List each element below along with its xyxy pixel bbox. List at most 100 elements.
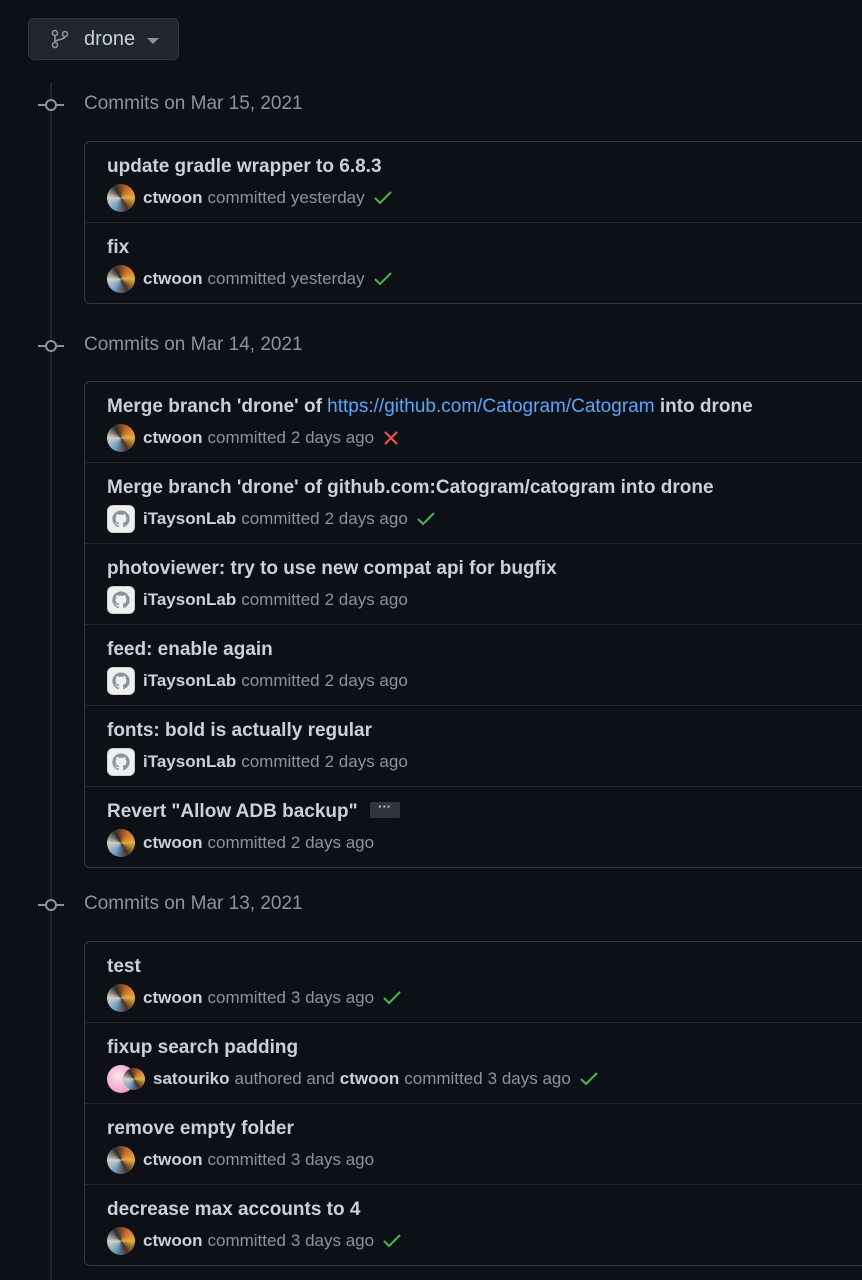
avatar[interactable] bbox=[123, 1068, 145, 1090]
commit-message-text: Merge branch 'drone' of bbox=[107, 396, 328, 417]
commit-verb: committed bbox=[241, 752, 320, 771]
branch-name: drone bbox=[84, 28, 136, 50]
commit-author[interactable]: ctwoon bbox=[143, 1231, 203, 1251]
avatar[interactable] bbox=[107, 184, 135, 212]
avatar[interactable] bbox=[107, 1227, 135, 1255]
commit-time[interactable]: yesterday bbox=[291, 269, 365, 289]
commit-list: update gradle wrapper to 6.8.3 ctwoon co… bbox=[84, 141, 862, 304]
commit-author[interactable]: ctwoon bbox=[143, 1150, 203, 1170]
commit-message[interactable]: fix bbox=[107, 237, 129, 259]
branch-select-button[interactable]: drone bbox=[28, 18, 179, 60]
commit-time[interactable]: yesterday bbox=[291, 188, 365, 208]
commit-row: Merge branch 'drone' of https://github.c… bbox=[85, 382, 862, 462]
check-icon[interactable] bbox=[382, 1233, 402, 1249]
x-fail-icon[interactable] bbox=[382, 430, 400, 446]
commit-row: fix ctwoon committed yesterday bbox=[85, 222, 862, 303]
commit-message[interactable]: Merge branch 'drone' of github.com:Catog… bbox=[107, 477, 714, 499]
commit-message[interactable]: decrease max accounts to 4 bbox=[107, 1199, 360, 1221]
commit-author[interactable]: ctwoon bbox=[143, 988, 203, 1008]
commit-time[interactable]: 2 days ago bbox=[325, 509, 408, 529]
commit-row: decrease max accounts to 4 ctwoon commit… bbox=[85, 1184, 862, 1265]
commit-time[interactable]: 3 days ago bbox=[291, 1150, 374, 1170]
commit-time[interactable]: 2 days ago bbox=[291, 833, 374, 853]
commit-row: remove empty folder ctwoon committed 3 d… bbox=[85, 1103, 862, 1184]
commit-verb: committed bbox=[404, 1069, 483, 1088]
check-icon[interactable] bbox=[373, 271, 393, 287]
commit-row: test ctwoon committed 3 days ago bbox=[85, 942, 862, 1022]
commit-message[interactable]: photoviewer: try to use new compat api f… bbox=[107, 558, 557, 580]
check-icon[interactable] bbox=[382, 990, 402, 1006]
avatar[interactable] bbox=[107, 829, 135, 857]
commit-row: fixup search padding satouriko authored … bbox=[85, 1022, 862, 1103]
commit-time[interactable]: 2 days ago bbox=[325, 752, 408, 772]
commit-row: fonts: bold is actually regular iTaysonL… bbox=[85, 705, 862, 786]
commit-verb: committed bbox=[241, 671, 320, 690]
commit-message[interactable]: Revert "Allow ADB backup" ··· bbox=[107, 800, 400, 823]
commit-row: update gradle wrapper to 6.8.3 ctwoon co… bbox=[85, 142, 862, 222]
commit-committer[interactable]: ctwoon bbox=[340, 1069, 400, 1089]
commit-author[interactable]: ctwoon bbox=[143, 269, 203, 289]
git-branch-icon bbox=[51, 29, 69, 54]
avatar[interactable] bbox=[107, 505, 135, 533]
commit-time[interactable]: 2 days ago bbox=[325, 590, 408, 610]
commit-message[interactable]: feed: enable again bbox=[107, 639, 273, 661]
avatar[interactable] bbox=[107, 748, 135, 776]
co-author-avatars bbox=[107, 1065, 145, 1093]
commit-verb: committed bbox=[241, 509, 320, 528]
commit-message[interactable]: test bbox=[107, 956, 141, 978]
commit-message-text: into drone bbox=[654, 396, 753, 417]
commit-group-header: Commits on Mar 14, 2021 bbox=[84, 334, 303, 355]
commit-message[interactable]: Merge branch 'drone' of https://github.c… bbox=[107, 396, 753, 418]
commit-verb: committed bbox=[207, 1150, 286, 1169]
commit-author[interactable]: satouriko bbox=[153, 1069, 230, 1089]
commit-timeline bbox=[50, 82, 52, 1280]
commit-message[interactable]: fonts: bold is actually regular bbox=[107, 720, 372, 742]
commit-time[interactable]: 3 days ago bbox=[291, 1231, 374, 1251]
commit-list: test ctwoon committed 3 days ago fixup s… bbox=[84, 941, 862, 1266]
commit-verb: authored and bbox=[234, 1069, 335, 1088]
commit-time[interactable]: 3 days ago bbox=[291, 988, 374, 1008]
commit-group-node-icon bbox=[38, 98, 64, 112]
commit-message[interactable]: update gradle wrapper to 6.8.3 bbox=[107, 156, 382, 178]
avatar[interactable] bbox=[107, 984, 135, 1012]
avatar[interactable] bbox=[107, 424, 135, 452]
commit-time[interactable]: 2 days ago bbox=[291, 428, 374, 448]
check-icon[interactable] bbox=[416, 511, 436, 527]
avatar[interactable] bbox=[107, 586, 135, 614]
commit-time[interactable]: 3 days ago bbox=[488, 1069, 571, 1089]
commit-group-node-icon bbox=[38, 898, 64, 912]
commit-list: Merge branch 'drone' of https://github.c… bbox=[84, 381, 862, 868]
commit-row: feed: enable again iTaysonLab committed … bbox=[85, 624, 862, 705]
commit-message-text: Revert "Allow ADB backup" bbox=[107, 801, 358, 822]
commit-verb: committed bbox=[207, 988, 286, 1007]
commit-group-node-icon bbox=[38, 339, 64, 353]
commit-verb: committed bbox=[207, 1231, 286, 1250]
commit-author[interactable]: iTaysonLab bbox=[143, 752, 236, 772]
expand-message-button[interactable]: ··· bbox=[369, 800, 400, 818]
commit-verb: committed bbox=[207, 833, 286, 852]
commit-group-header: Commits on Mar 15, 2021 bbox=[84, 93, 303, 114]
avatar[interactable] bbox=[107, 1146, 135, 1174]
commit-author[interactable]: iTaysonLab bbox=[143, 590, 236, 610]
commit-row: Merge branch 'drone' of github.com:Catog… bbox=[85, 462, 862, 543]
commit-time[interactable]: 2 days ago bbox=[325, 671, 408, 691]
commit-author[interactable]: ctwoon bbox=[143, 428, 203, 448]
avatar[interactable] bbox=[107, 265, 135, 293]
commit-message[interactable]: fixup search padding bbox=[107, 1037, 298, 1059]
commit-verb: committed bbox=[207, 269, 286, 288]
check-icon[interactable] bbox=[373, 190, 393, 206]
commit-verb: committed bbox=[241, 590, 320, 609]
chevron-down-icon bbox=[147, 38, 159, 44]
commit-row: Revert "Allow ADB backup" ··· ctwoon comm… bbox=[85, 786, 862, 867]
commit-group-header: Commits on Mar 13, 2021 bbox=[84, 893, 303, 914]
commit-author[interactable]: iTaysonLab bbox=[143, 671, 236, 691]
commit-author[interactable]: ctwoon bbox=[143, 833, 203, 853]
avatar[interactable] bbox=[107, 667, 135, 695]
check-icon[interactable] bbox=[579, 1071, 599, 1087]
commit-row: photoviewer: try to use new compat api f… bbox=[85, 543, 862, 624]
commit-message-link[interactable]: https://github.com/Catogram/Catogram bbox=[327, 396, 654, 417]
commit-message[interactable]: remove empty folder bbox=[107, 1118, 294, 1140]
commit-author[interactable]: iTaysonLab bbox=[143, 509, 236, 529]
commit-verb: committed bbox=[207, 428, 286, 447]
commit-author[interactable]: ctwoon bbox=[143, 188, 203, 208]
